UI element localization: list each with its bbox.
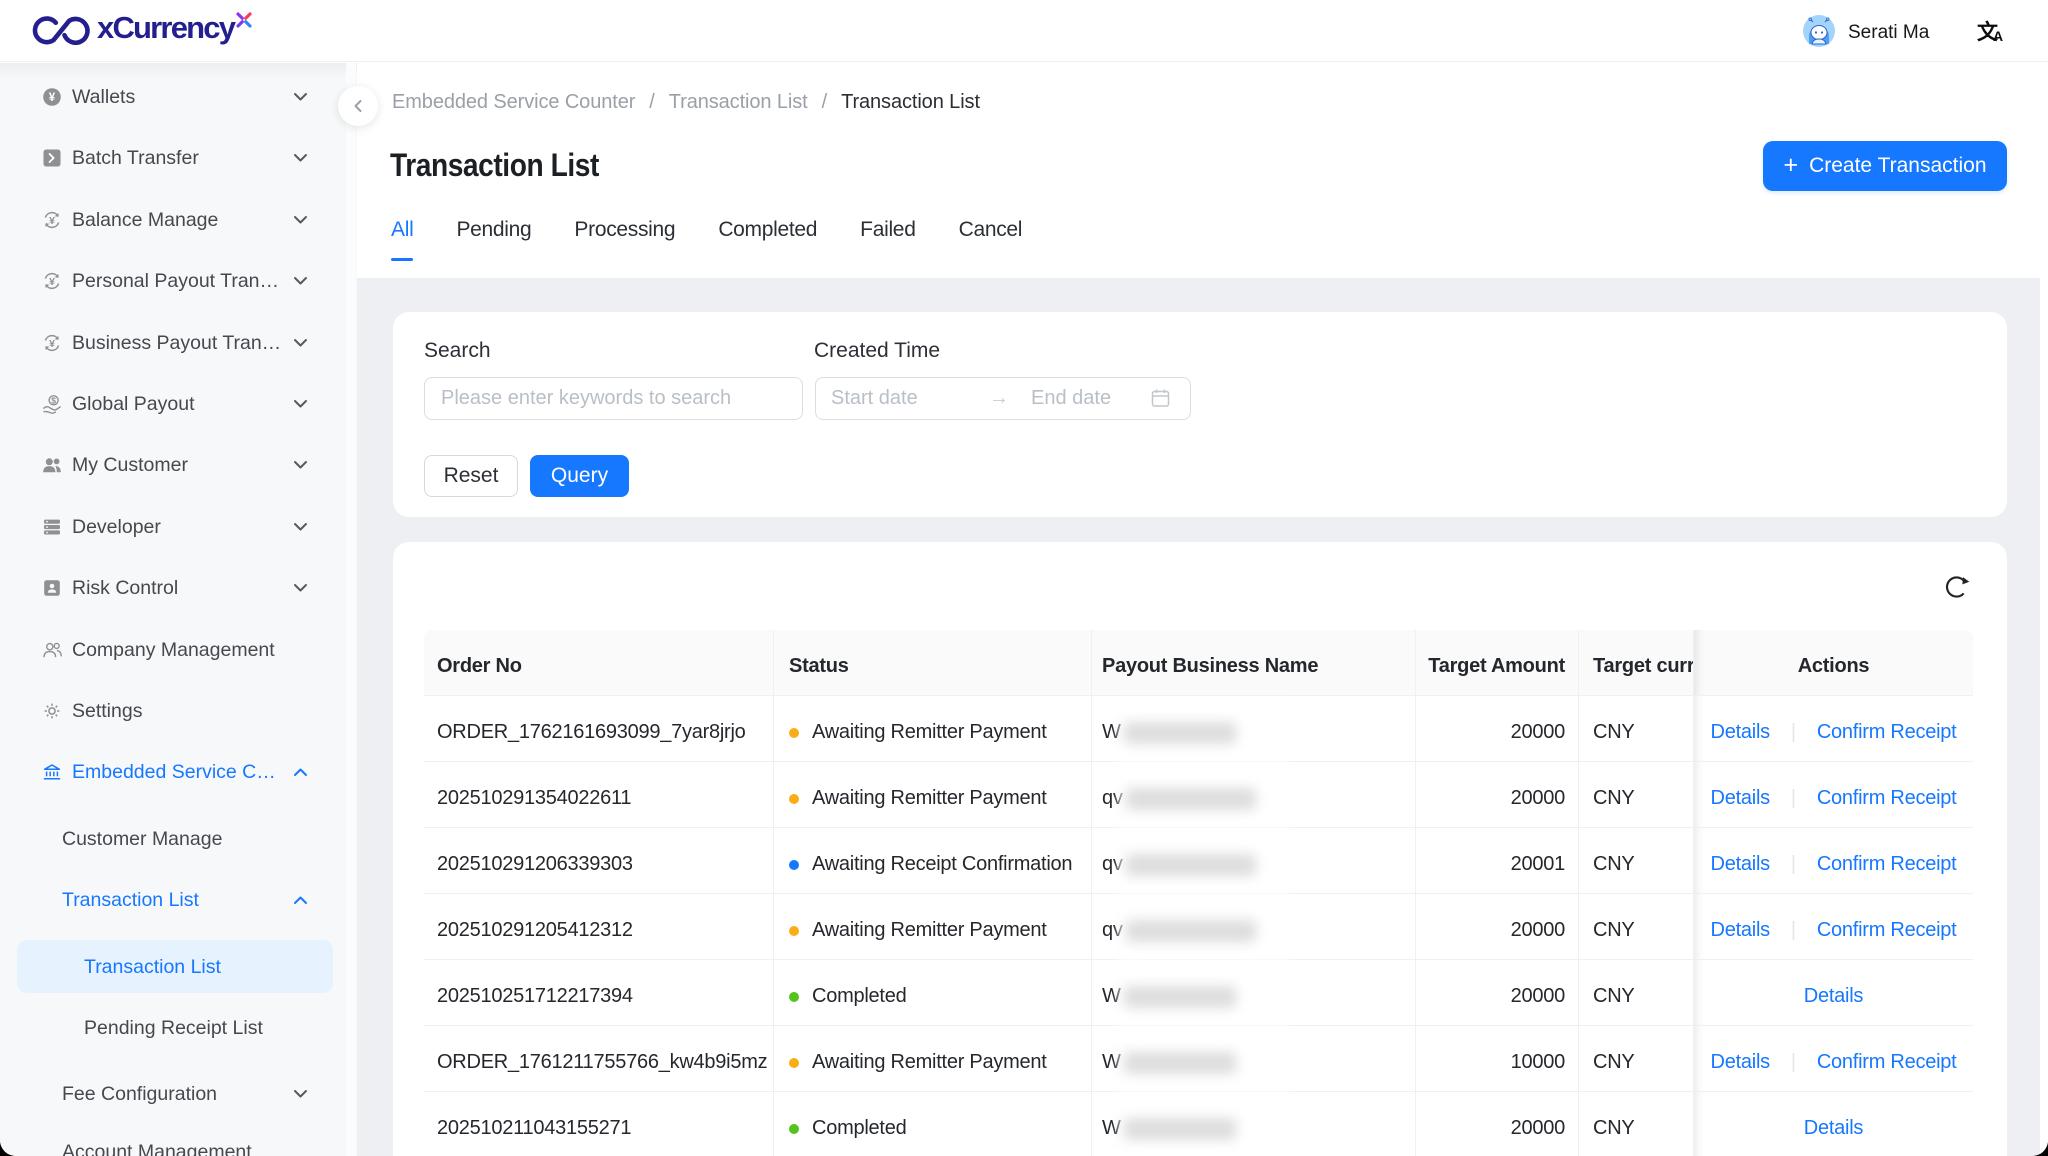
svg-text:¥: ¥ — [49, 215, 55, 227]
svg-text:$: $ — [51, 395, 56, 405]
svg-text:¥: ¥ — [49, 276, 55, 288]
svg-text:¥: ¥ — [49, 338, 55, 350]
svg-text:¥: ¥ — [49, 92, 56, 104]
